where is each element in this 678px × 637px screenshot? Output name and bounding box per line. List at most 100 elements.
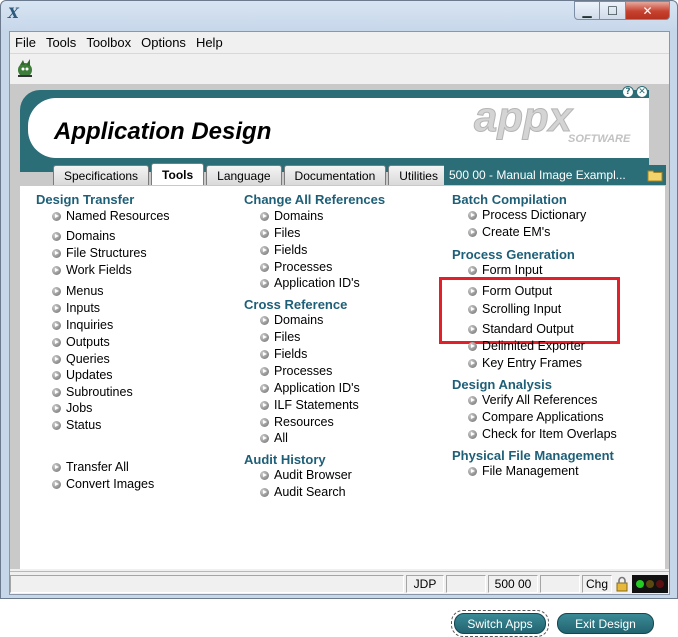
svg-text:appx: appx bbox=[474, 99, 574, 140]
link-file-structures[interactable]: File Structures bbox=[52, 246, 147, 260]
link-label: All bbox=[274, 431, 288, 445]
link-jobs[interactable]: Jobs bbox=[52, 401, 92, 415]
menu-toolbox[interactable]: Toolbox bbox=[81, 35, 136, 50]
link-car-files[interactable]: Files bbox=[260, 226, 300, 240]
link-verify-all-references[interactable]: Verify All References bbox=[468, 393, 597, 407]
tab-utilities[interactable]: Utilities bbox=[388, 165, 449, 185]
bullet-icon bbox=[468, 324, 477, 334]
link-car-processes[interactable]: Processes bbox=[260, 260, 332, 274]
link-queries[interactable]: Queries bbox=[52, 352, 110, 366]
bullet-icon bbox=[260, 366, 269, 376]
bullet-icon bbox=[260, 433, 269, 443]
bullet-icon bbox=[260, 262, 269, 272]
tab-documentation[interactable]: Documentation bbox=[283, 165, 387, 185]
heading-design-transfer: Design Transfer bbox=[36, 192, 135, 207]
heading-design-analysis: Design Analysis bbox=[452, 377, 552, 392]
link-xref-files[interactable]: Files bbox=[260, 330, 300, 344]
link-updates[interactable]: Updates bbox=[52, 368, 113, 382]
status-app: 500 00 bbox=[488, 575, 538, 593]
link-standard-output[interactable]: Standard Output bbox=[468, 322, 574, 336]
link-inquiries[interactable]: Inquiries bbox=[52, 318, 113, 332]
bullet-icon bbox=[468, 395, 477, 405]
link-xref-domains[interactable]: Domains bbox=[260, 313, 323, 327]
link-form-output[interactable]: Form Output bbox=[468, 284, 552, 298]
link-create-ems[interactable]: Create EM's bbox=[468, 225, 550, 239]
link-label: Outputs bbox=[66, 335, 110, 349]
link-compare-applications[interactable]: Compare Applications bbox=[468, 410, 604, 424]
link-label: Jobs bbox=[66, 401, 93, 415]
link-scrolling-input[interactable]: Scrolling Input bbox=[468, 302, 561, 316]
maximize-icon[interactable]: ☐ bbox=[600, 1, 626, 20]
link-check-item-overlaps[interactable]: Check for Item Overlaps bbox=[468, 427, 617, 441]
link-label: Domains bbox=[274, 209, 324, 223]
link-subroutines[interactable]: Subroutines bbox=[52, 385, 133, 399]
switch-apps-button[interactable]: Switch Apps bbox=[454, 613, 546, 634]
link-label: Queries bbox=[66, 352, 110, 366]
link-audit-browser[interactable]: Audit Browser bbox=[260, 468, 352, 482]
toolbar bbox=[10, 53, 669, 81]
application-field[interactable]: 500 00 - Manual Image Exampl... bbox=[444, 165, 644, 185]
link-inputs[interactable]: Inputs bbox=[52, 301, 100, 315]
link-label: Audit Browser bbox=[274, 468, 352, 482]
menu-options[interactable]: Options bbox=[136, 35, 191, 50]
link-label: Menus bbox=[66, 284, 104, 298]
status-mode: Chg bbox=[582, 575, 612, 593]
link-transfer-all[interactable]: Transfer All bbox=[52, 460, 129, 474]
bullet-icon bbox=[52, 265, 61, 275]
status-bar: JDP 500 00 Chg bbox=[10, 571, 669, 594]
link-label: File Management bbox=[482, 464, 579, 478]
help-icon[interactable]: ? bbox=[622, 86, 634, 98]
link-named-resources[interactable]: Named Resources bbox=[52, 209, 170, 223]
close-icon[interactable]: ✕ bbox=[626, 1, 670, 20]
link-car-fields[interactable]: Fields bbox=[260, 243, 307, 257]
link-xref-resources[interactable]: Resources bbox=[260, 415, 334, 429]
link-audit-search[interactable]: Audit Search bbox=[260, 485, 346, 499]
link-convert-images[interactable]: Convert Images bbox=[52, 477, 154, 491]
bullet-icon bbox=[52, 320, 61, 330]
bullet-icon bbox=[468, 227, 477, 237]
link-delimited-exporter[interactable]: Delimited Exporter bbox=[468, 339, 585, 353]
link-xref-processes[interactable]: Processes bbox=[260, 364, 332, 378]
bullet-icon bbox=[468, 341, 477, 351]
link-car-application-ids[interactable]: Application ID's bbox=[260, 276, 360, 290]
menu-file[interactable]: File bbox=[10, 35, 41, 50]
exit-design-button[interactable]: Exit Design bbox=[557, 613, 654, 634]
link-domains[interactable]: Domains bbox=[52, 229, 115, 243]
close-panel-icon[interactable]: ✕ bbox=[636, 86, 648, 98]
status-blank-2 bbox=[540, 575, 580, 593]
menu-help[interactable]: Help bbox=[191, 35, 228, 50]
link-key-entry-frames[interactable]: Key Entry Frames bbox=[468, 356, 582, 370]
tab-tools[interactable]: Tools bbox=[151, 163, 205, 185]
link-outputs[interactable]: Outputs bbox=[52, 335, 110, 349]
link-xref-ilf-statements[interactable]: ILF Statements bbox=[260, 398, 359, 412]
bullet-icon bbox=[52, 354, 61, 364]
link-file-management[interactable]: File Management bbox=[468, 464, 579, 478]
bullet-icon bbox=[468, 286, 477, 296]
bullet-icon bbox=[260, 383, 269, 393]
link-menus[interactable]: Menus bbox=[52, 284, 104, 298]
title-bar[interactable]: X ▁ ☐ ✕ bbox=[1, 1, 677, 29]
link-work-fields[interactable]: Work Fields bbox=[52, 263, 132, 277]
tab-language[interactable]: Language bbox=[206, 165, 282, 185]
bullet-icon bbox=[468, 429, 477, 439]
link-status[interactable]: Status bbox=[52, 418, 101, 432]
bullet-icon bbox=[468, 265, 477, 275]
app-window: X ▁ ☐ ✕ File Tools Toolbox Options Help bbox=[0, 0, 678, 637]
bullet-icon bbox=[52, 462, 61, 472]
tab-specifications[interactable]: Specifications bbox=[53, 165, 150, 185]
link-xref-all[interactable]: All bbox=[260, 431, 288, 445]
link-xref-fields[interactable]: Fields bbox=[260, 347, 307, 361]
link-label: Resources bbox=[274, 415, 334, 429]
menu-tools[interactable]: Tools bbox=[41, 35, 81, 50]
link-xref-application-ids[interactable]: Application ID's bbox=[260, 381, 360, 395]
link-label: Inputs bbox=[66, 301, 101, 315]
link-process-dictionary[interactable]: Process Dictionary bbox=[468, 208, 586, 222]
link-car-domains[interactable]: Domains bbox=[260, 209, 323, 223]
bullet-icon bbox=[260, 228, 269, 238]
bullet-icon bbox=[468, 412, 477, 422]
gremlin-tool-icon[interactable] bbox=[14, 57, 36, 79]
folder-icon[interactable] bbox=[644, 165, 666, 185]
status-lights-icon bbox=[632, 575, 668, 593]
link-form-input[interactable]: Form Input bbox=[468, 263, 542, 277]
minimize-icon[interactable]: ▁ bbox=[574, 1, 600, 20]
